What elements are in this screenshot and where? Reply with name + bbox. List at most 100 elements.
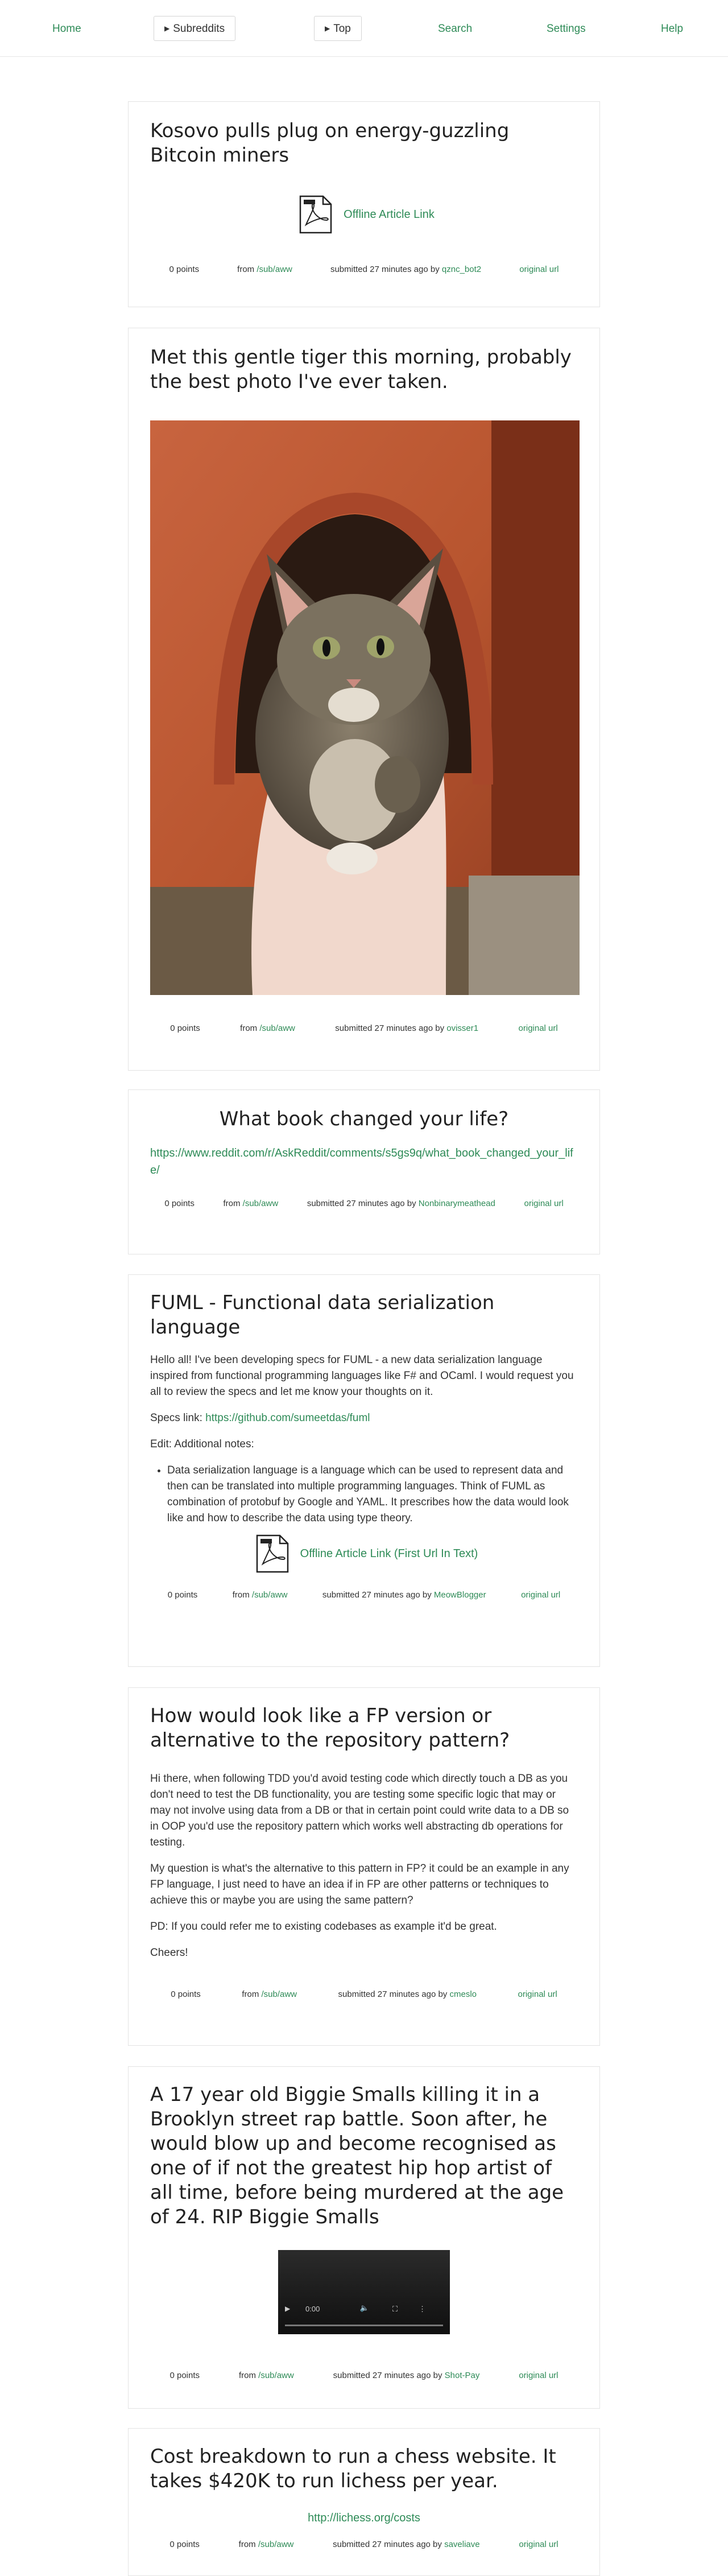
from-label: from	[240, 1023, 258, 1033]
submitted-label: submitted 27 minutes ago by	[322, 1590, 432, 1600]
body-paragraph: Cheers!	[150, 1947, 188, 1959]
post-url-link[interactable]: https://www.reddit.com/r/AskReddit/comme…	[150, 1147, 573, 1176]
from-label: from	[239, 2371, 256, 2380]
specs-link[interactable]: https://github.com/sumeetdas/fuml	[205, 1412, 370, 1424]
subreddit-link[interactable]: /sub/aww	[258, 2540, 294, 2549]
nav-help-link[interactable]: Help	[661, 19, 683, 39]
author-link[interactable]: qznc_bot2	[442, 265, 481, 274]
video-controls: ▶ 0:00 🔈 ⛶ ⋮	[285, 2303, 443, 2327]
post-title[interactable]: How would look like a FP version or alte…	[150, 1704, 578, 1753]
original-url-link[interactable]: original url	[519, 2540, 558, 2549]
subreddit-link[interactable]: /sub/aww	[252, 1590, 288, 1600]
from-label: from	[242, 1989, 259, 1999]
from-label: from	[232, 1590, 250, 1600]
submitted-label: submitted 27 minutes ago by	[333, 2371, 442, 2380]
points-count: 0 points	[167, 1590, 198, 1600]
video-time: 0:00	[305, 2305, 320, 2313]
author-link[interactable]: Nonbinarymeathead	[419, 1199, 495, 1208]
edit-paragraph: Edit: Additional notes:	[150, 1438, 254, 1450]
submitted-label: submitted 27 minutes ago by	[333, 2540, 442, 2549]
original-url-link[interactable]: original url	[519, 2371, 558, 2380]
subreddit-link[interactable]: /sub/aww	[259, 1023, 295, 1033]
post-title[interactable]: Cost breakdown to run a chess website. I…	[150, 2445, 578, 2494]
from-label: from	[223, 1199, 241, 1208]
post-card: Kosovo pulls plug on energy-guzzling Bit…	[128, 101, 600, 307]
post-meta: 0 points from /sub/aww submitted 27 minu…	[150, 1590, 578, 1600]
top-dropdown-button[interactable]: ▶ Top	[314, 16, 362, 41]
triangle-right-icon: ▶	[164, 24, 170, 32]
post-meta: 0 points from /sub/aww submitted 27 minu…	[150, 1023, 578, 1033]
author-link[interactable]: saveliave	[444, 2540, 480, 2549]
original-url-link[interactable]: original url	[518, 1989, 557, 1999]
from-label: from	[238, 2540, 256, 2549]
post-card: What book changed your life? https://www…	[128, 1089, 600, 1254]
post-meta: 0 points from /sub/aww submitted 27 minu…	[150, 2540, 578, 2549]
body-paragraph: PD: If you could refer me to existing co…	[150, 1921, 497, 1933]
points-count: 0 points	[164, 1199, 195, 1208]
author-link[interactable]: MeowBlogger	[434, 1590, 486, 1600]
points-count: 0 points	[169, 2371, 200, 2380]
original-url-link[interactable]: original url	[519, 1023, 558, 1033]
submitted-label: submitted 27 minutes ago by	[338, 1989, 448, 1999]
top-nav: Home ▶ Subreddits ▶ Top Search Settings He…	[0, 0, 728, 57]
post-body: Hi there, when following TDD you'd avoid…	[150, 1771, 578, 1961]
play-icon[interactable]: ▶	[285, 2305, 290, 2313]
top-label: Top	[333, 23, 351, 35]
post-image[interactable]	[150, 420, 580, 995]
post-card: A 17 year old Biggie Smalls killing it i…	[128, 2066, 600, 2409]
points-count: 0 points	[170, 1023, 200, 1033]
specs-paragraph: Specs link: https://github.com/sumeetdas…	[150, 1410, 578, 1426]
body-paragraph: Hi there, when following TDD you'd avoid…	[150, 1773, 569, 1848]
post-title[interactable]: Met this gentle tiger this morning, prob…	[150, 345, 578, 394]
post-meta: 0 points from /sub/aww submitted 27 minu…	[150, 265, 578, 274]
body-paragraph: My question is what's the alternative to…	[150, 1863, 569, 1906]
author-link[interactable]: cmeslo	[449, 1989, 477, 1999]
specs-label: Specs link:	[150, 1412, 206, 1424]
post-title[interactable]: A 17 year old Biggie Smalls killing it i…	[150, 2083, 578, 2230]
submitted-label: submitted 27 minutes ago by	[307, 1199, 416, 1208]
post-meta: 0 points from /sub/aww submitted 27 minu…	[150, 1199, 578, 1208]
subreddit-link[interactable]: /sub/aww	[243, 1199, 279, 1208]
offline-article-link[interactable]: Offline Article Link	[344, 208, 435, 221]
nav-search-link[interactable]: Search	[438, 19, 472, 39]
author-link[interactable]: Shot-Pay	[445, 2371, 480, 2380]
nav-home-link[interactable]: Home	[52, 19, 81, 39]
volume-icon[interactable]: 🔈	[360, 2303, 369, 2313]
video-player[interactable]: ▶ 0:00 🔈 ⛶ ⋮	[278, 2250, 450, 2334]
original-url-link[interactable]: original url	[524, 1199, 563, 1208]
post-card: Cost breakdown to run a chess website. I…	[128, 2428, 600, 2576]
pdf-document-icon[interactable]	[293, 192, 339, 237]
subreddit-link[interactable]: /sub/aww	[257, 265, 292, 274]
triangle-right-icon: ▶	[325, 24, 330, 32]
post-url-link[interactable]: http://lichess.org/costs	[308, 2512, 420, 2524]
list-item: Data serialization language is a languag…	[167, 1463, 578, 1526]
post-title[interactable]: What book changed your life?	[150, 1107, 578, 1132]
video-progress-bar[interactable]	[285, 2325, 443, 2326]
points-count: 0 points	[171, 1989, 201, 1999]
nav-settings-link[interactable]: Settings	[547, 19, 586, 39]
pdf-document-icon[interactable]	[250, 1531, 296, 1576]
post-card: Met this gentle tiger this morning, prob…	[128, 328, 600, 1071]
original-url-link[interactable]: original url	[521, 1590, 560, 1600]
more-options-icon[interactable]: ⋮	[419, 2305, 426, 2314]
submitted-label: submitted 27 minutes ago by	[335, 1023, 445, 1033]
fullscreen-icon[interactable]: ⛶	[392, 2305, 398, 2314]
author-link[interactable]: ovisser1	[446, 1023, 478, 1033]
points-count: 0 points	[169, 2540, 200, 2549]
original-url-link[interactable]: original url	[519, 265, 559, 274]
body-paragraph: Hello all! I've been developing specs fo…	[150, 1354, 574, 1398]
post-card: FUML - Functional data serialization lan…	[128, 1274, 600, 1667]
points-count: 0 points	[169, 265, 200, 274]
submitted-label: submitted 27 minutes ago by	[330, 265, 440, 274]
post-meta: 0 points from /sub/aww submitted 27 minu…	[150, 2371, 578, 2380]
subreddits-dropdown-button[interactable]: ▶ Subreddits	[154, 16, 236, 41]
post-title[interactable]: Kosovo pulls plug on energy-guzzling Bit…	[150, 119, 578, 168]
post-title[interactable]: FUML - Functional data serialization lan…	[150, 1291, 578, 1340]
subreddit-link[interactable]: /sub/aww	[258, 2371, 294, 2380]
subreddit-link[interactable]: /sub/aww	[261, 1989, 297, 1999]
post-meta: 0 points from /sub/aww submitted 27 minu…	[150, 1989, 578, 1999]
post-card: How would look like a FP version or alte…	[128, 1687, 600, 2046]
post-body: Hello all! I've been developing specs fo…	[150, 1352, 578, 1526]
subreddits-label: Subreddits	[173, 23, 225, 35]
offline-article-link[interactable]: Offline Article Link (First Url In Text)	[300, 1547, 478, 1561]
